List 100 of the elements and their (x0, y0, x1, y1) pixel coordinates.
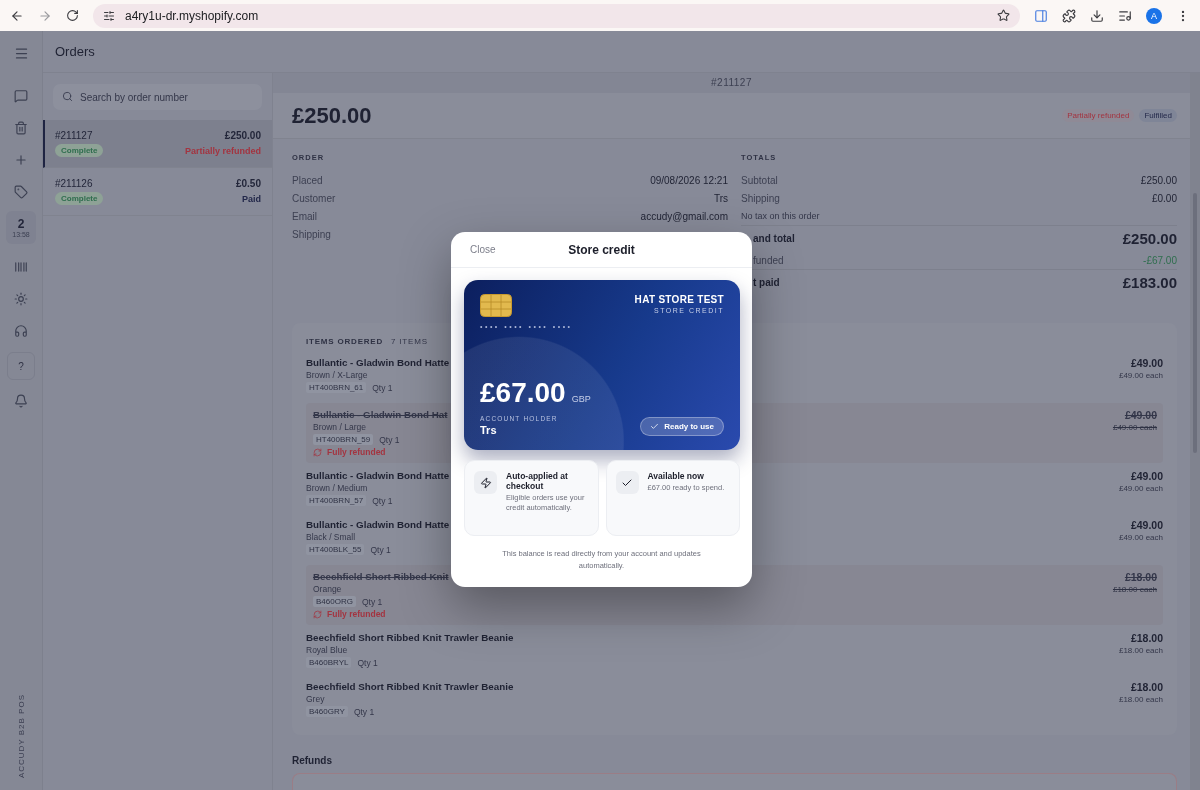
refresh-icon (313, 447, 322, 457)
sku-code: B460ORG (313, 596, 356, 608)
field-label: Shipping (292, 228, 331, 240)
field-label: Placed (292, 174, 323, 186)
sku-code: HT400BLK_55 (306, 544, 365, 556)
sku-code: HT400BRN_59 (313, 434, 374, 446)
check-icon (650, 422, 660, 431)
item-price: £18.00 (1130, 632, 1163, 645)
item-quantity: Qty 1 (370, 544, 391, 555)
status-pill: Complete (55, 192, 104, 205)
item-name: Bullantic - Gladwin Bond Hatte (306, 357, 450, 369)
item-quantity: Qty 1 (379, 434, 400, 445)
plus-icon[interactable] (14, 153, 28, 167)
forward-icon[interactable] (38, 8, 52, 23)
total-value: £0.00 (1151, 192, 1177, 204)
item-name: Bullantic - Gladwin Bond Hatte (306, 519, 450, 531)
sku-code: B460GRY (306, 706, 348, 718)
currency-code: GBP (571, 394, 591, 404)
total-value: £250.00 (1122, 230, 1177, 248)
reload-icon[interactable] (66, 9, 79, 22)
field-value: Trs (713, 192, 728, 204)
unit-price: £49.00 each (1118, 484, 1163, 494)
headset-icon[interactable] (14, 324, 28, 338)
tag-icon[interactable] (14, 185, 28, 199)
side-panel-icon[interactable] (1034, 8, 1048, 23)
search-icon (62, 91, 73, 102)
status-badge: Fulfilled (1139, 109, 1177, 123)
order-list-item[interactable]: #211126 £0.50 Complete Paid (43, 168, 272, 216)
holder-name: Trs (480, 424, 498, 436)
order-number: #211126 (55, 178, 94, 189)
lightning-icon (479, 476, 492, 489)
unit-price: £49.00 each (1118, 533, 1163, 543)
item-price: £18.00 (1130, 681, 1163, 694)
item-count: 7 ITEMS (391, 337, 428, 347)
item-variant: Brown / X-Large (306, 370, 369, 381)
sku-code: B460BRYL (306, 657, 352, 669)
unit-price: £18.00 each (1118, 695, 1163, 705)
total-value: £183.00 (1122, 274, 1177, 292)
counter-number: 2 (17, 217, 25, 231)
order-amount: £250.00 (292, 102, 372, 129)
item-price: £49.00 (1124, 409, 1157, 422)
bookmark-star-icon[interactable] (997, 9, 1010, 22)
sku-code: HT400BRN_61 (306, 382, 367, 394)
payment-status: Partially refunded (184, 145, 261, 156)
item-price: £18.00 (1124, 571, 1157, 584)
sku-code: HT400BRN_57 (306, 495, 367, 507)
field-value: 09/08/2026 12:21 (650, 174, 728, 186)
section-heading: ITEMS ORDERED (306, 337, 384, 347)
order-number-heading: #211127 (711, 77, 752, 89)
total-value: £250.00 (1140, 174, 1177, 186)
total-label: funded (752, 254, 784, 266)
barcode-icon[interactable] (14, 260, 28, 274)
item-variant: Brown / Large (313, 422, 367, 433)
item-name: Beechfield Short Ribbed Knit Trawler Beanie (306, 681, 514, 693)
order-total: £0.50 (235, 178, 261, 189)
store-name: HAT STORE TEST (634, 294, 724, 305)
brand-label: ACCUDY B2B POS (16, 693, 26, 778)
search-field[interactable]: Search by order number (53, 84, 262, 110)
extensions-icon[interactable] (1062, 8, 1076, 23)
media-icon[interactable] (1118, 8, 1132, 23)
download-icon[interactable] (1090, 8, 1104, 23)
profile-avatar[interactable]: A (1146, 7, 1162, 24)
order-number: #211127 (55, 130, 94, 141)
back-icon[interactable] (10, 8, 24, 23)
unit-price: £18.00 each (1112, 585, 1157, 595)
item-price: £49.00 (1130, 470, 1163, 483)
field-label: Email (292, 210, 317, 222)
item-name: Bullantic - Gladwin Bond Hat (313, 409, 448, 421)
item-name: Beechfield Short Ribbed Knit Trawler Beanie (306, 632, 514, 644)
item-variant: Brown / Medium (306, 483, 369, 494)
dialog-title: Store credit (568, 242, 635, 257)
bell-icon[interactable] (14, 394, 28, 408)
credit-amount: £67.00 (480, 377, 566, 409)
field-label: Customer (292, 192, 336, 204)
total-label: Subtotal (741, 174, 778, 186)
item-quantity: Qty 1 (372, 382, 393, 393)
item-variant: Orange (313, 584, 343, 595)
order-list-item[interactable]: #211127 £250.00 Complete Partially refunded (43, 120, 272, 168)
sun-icon[interactable] (14, 292, 28, 306)
total-label: t paid (752, 277, 780, 289)
refund-note: Fully refunded (327, 447, 386, 458)
feature-title: Available now (647, 471, 705, 481)
payment-status: Paid (241, 193, 261, 204)
trash-icon[interactable] (14, 121, 28, 135)
help-button[interactable]: ? (7, 352, 35, 380)
refresh-icon (313, 609, 322, 619)
address-bar[interactable]: a4ry1u-dr.myshopify.com (93, 3, 1020, 28)
ready-text: Ready to use (664, 422, 714, 431)
item-variant: Grey (306, 694, 326, 705)
tax-note: No tax on this order (741, 211, 820, 222)
item-variant: Black / Small (306, 532, 357, 543)
close-button[interactable]: Close (470, 244, 496, 255)
status-pill: Complete (55, 144, 104, 157)
page-title: Orders (55, 44, 95, 59)
item-price: £49.00 (1130, 519, 1163, 532)
item-name: Beechfield Short Ribbed Knit (313, 571, 449, 583)
chat-icon[interactable] (14, 89, 28, 103)
site-settings-icon[interactable] (103, 9, 115, 22)
field-value: accudy@gmail.com (640, 210, 728, 222)
total-value: -£67.00 (1143, 254, 1177, 266)
